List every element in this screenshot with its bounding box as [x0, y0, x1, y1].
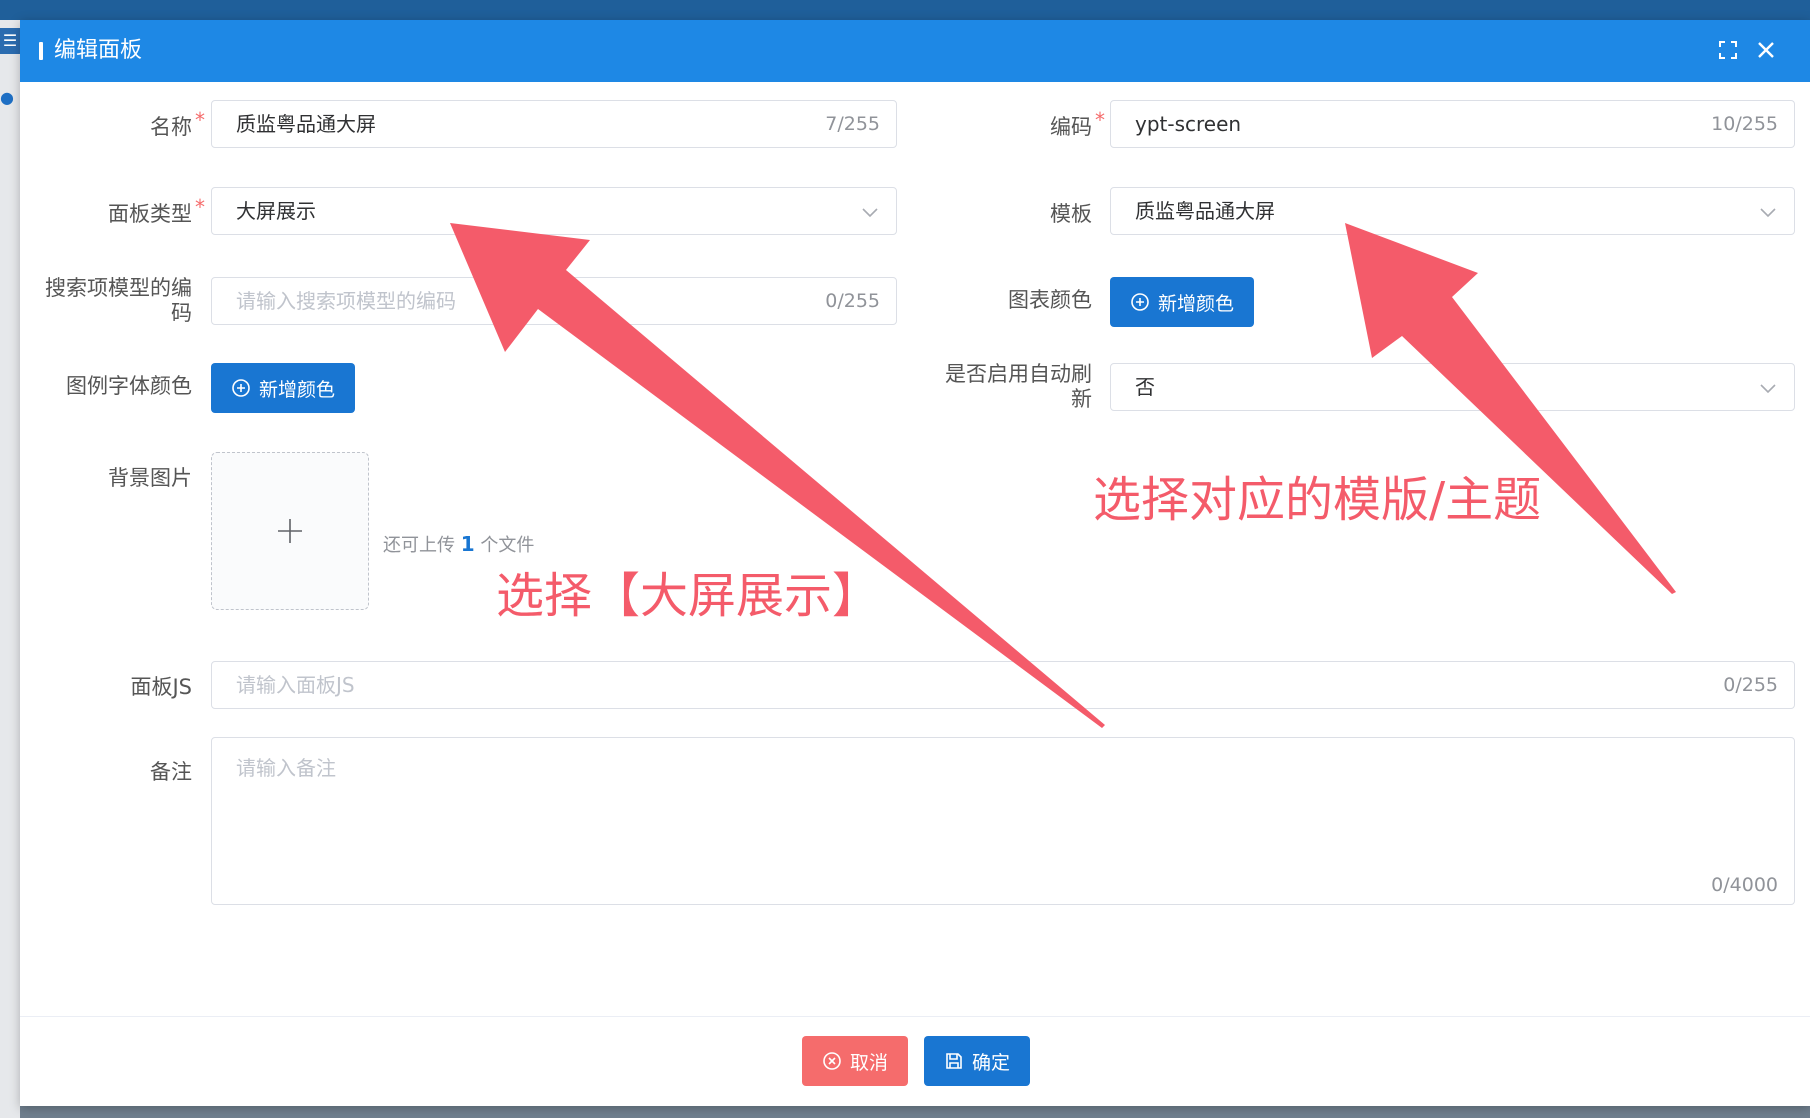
legend-font-color-label: 图例字体颜色: [66, 374, 192, 398]
chevron-down-icon: [1760, 384, 1776, 394]
annotation-text-right: 选择对应的模版/主题: [1093, 472, 1542, 528]
dialog-header: 编辑面板: [20, 20, 1810, 82]
search-model-label: 搜索项模型的编 码: [45, 276, 192, 325]
title-accent: [39, 42, 43, 60]
auto-refresh-label: 是否启用自动刷 新: [945, 362, 1092, 411]
remark-label: 备注: [150, 760, 192, 784]
confirm-button[interactable]: 确定: [924, 1036, 1030, 1086]
template-label: 模板: [1050, 202, 1092, 226]
fullscreen-icon[interactable]: [1712, 34, 1744, 66]
cancel-button[interactable]: 取消: [802, 1036, 908, 1086]
dialog-title: 编辑面板: [54, 38, 143, 63]
required-mark: *: [1095, 108, 1105, 132]
close-circle-icon: [823, 1052, 841, 1070]
edit-panel-dialog: 编辑面板 名称 * 质监粤品通大屏 7/255 编码 * ypt-screen …: [20, 20, 1810, 1106]
code-counter: 10/255: [1711, 113, 1778, 135]
annotation-text-left: 选择【大屏展示】: [496, 568, 881, 624]
menu-icon[interactable]: ☰: [0, 28, 20, 54]
panel-js-label: 面板JS: [130, 675, 192, 699]
search-model-counter: 0/255: [825, 290, 880, 312]
name-input[interactable]: 质监粤品通大屏 7/255: [211, 100, 897, 148]
add-chart-color-button[interactable]: 新增颜色: [1110, 277, 1254, 327]
save-icon: [946, 1053, 962, 1069]
background-image-label: 背景图片: [108, 466, 192, 490]
panel-type-label: 面板类型: [108, 202, 192, 226]
location-pin-icon: ●: [0, 88, 14, 107]
required-mark: *: [195, 195, 205, 219]
plus-circle-icon: [232, 379, 250, 397]
background-topbar: [0, 0, 1810, 20]
footer-divider: [20, 1016, 1810, 1017]
close-icon[interactable]: [1750, 34, 1782, 66]
name-label: 名称: [150, 115, 192, 139]
auto-refresh-select[interactable]: 否: [1110, 363, 1795, 411]
image-upload-area[interactable]: [211, 452, 369, 610]
code-input[interactable]: ypt-screen 10/255: [1110, 100, 1795, 148]
chevron-down-icon: [862, 208, 878, 218]
upload-hint: 还可上传 1 个文件: [383, 532, 535, 556]
panel-type-select[interactable]: 大屏展示: [211, 187, 897, 235]
plus-circle-icon: [1131, 293, 1149, 311]
add-legend-color-button[interactable]: 新增颜色: [211, 363, 355, 413]
remark-textarea[interactable]: 请输入备注 0/4000: [211, 737, 1795, 905]
plus-icon: [212, 453, 368, 609]
panel-js-counter: 0/255: [1723, 674, 1778, 696]
panel-js-input[interactable]: 请输入面板JS 0/255: [211, 661, 1795, 709]
template-select[interactable]: 质监粤品通大屏: [1110, 187, 1795, 235]
name-counter: 7/255: [825, 113, 880, 135]
code-label: 编码: [1050, 115, 1092, 139]
remark-counter: 0/4000: [1711, 874, 1778, 896]
required-mark: *: [195, 108, 205, 132]
chart-color-label: 图表颜色: [1008, 288, 1092, 312]
background-sidebar: [0, 20, 20, 1118]
search-model-input[interactable]: 请输入搜索项模型的编码 0/255: [211, 277, 897, 325]
chevron-down-icon: [1760, 208, 1776, 218]
